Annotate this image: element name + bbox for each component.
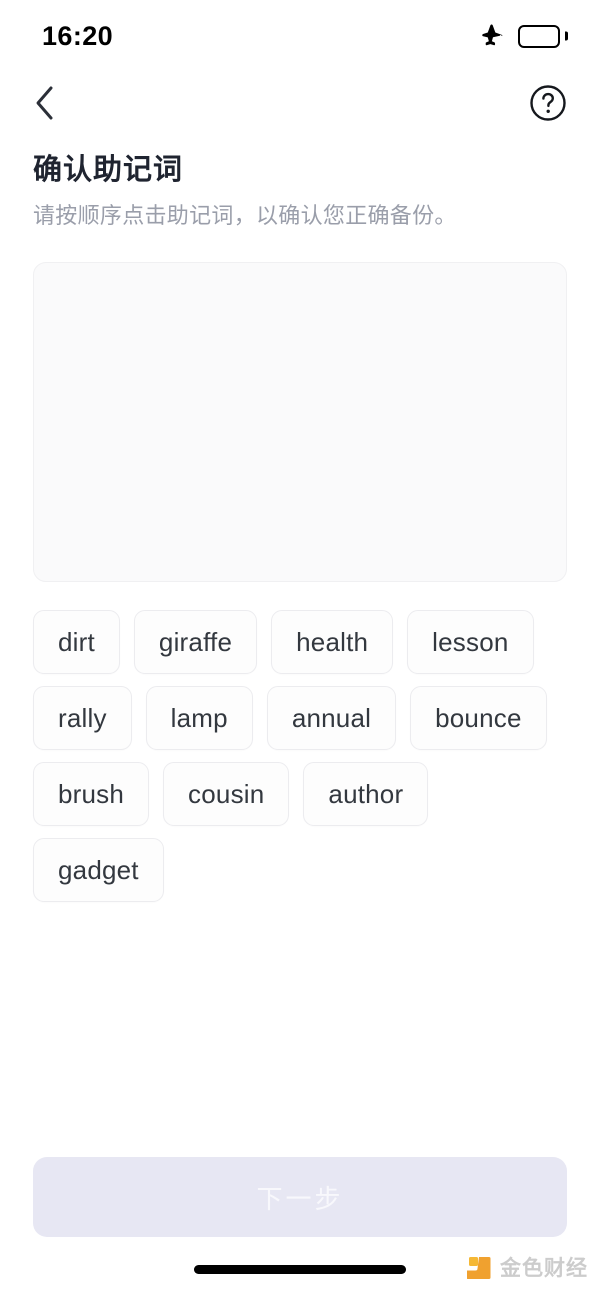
word-chip[interactable]: annual (267, 686, 396, 750)
bottom-bar: 金色财经 (0, 1249, 600, 1299)
cta-container: 下一步 (0, 1157, 600, 1237)
selected-mnemonic-area[interactable] (33, 262, 567, 582)
watermark: 金色财经 (467, 1255, 588, 1281)
battery-icon (518, 25, 564, 48)
question-circle-icon (529, 84, 567, 122)
word-chip[interactable]: rally (33, 686, 132, 750)
home-indicator[interactable] (194, 1265, 406, 1274)
phone-screen: 16:20 (0, 0, 600, 1299)
back-button[interactable] (33, 83, 73, 123)
layout-spacer (0, 902, 600, 1157)
word-chip[interactable]: bounce (410, 686, 547, 750)
page-subtitle: 请按顺序点击助记词，以确认您正确备份。 (33, 200, 567, 232)
word-chip[interactable]: lamp (146, 686, 253, 750)
word-chip[interactable]: health (271, 610, 393, 674)
word-chip[interactable]: dirt (33, 610, 120, 674)
word-chip[interactable]: giraffe (134, 610, 257, 674)
watermark-text: 金色财经 (500, 1258, 588, 1279)
word-bank: dirtgiraffehealthlesson rallylampannualbo… (33, 610, 567, 902)
status-indicators (479, 23, 564, 49)
watermark-logo-icon (467, 1255, 493, 1281)
next-step-button[interactable]: 下一步 (33, 1157, 567, 1237)
word-chip[interactable]: brush (33, 762, 149, 826)
header-block: 确认助记词 请按顺序点击助记词，以确认您正确备份。 (0, 134, 600, 232)
status-bar: 16:20 (0, 0, 600, 72)
chevron-left-icon (33, 84, 57, 122)
airplane-mode-icon (479, 23, 505, 49)
word-chip[interactable]: cousin (163, 762, 289, 826)
word-chip[interactable]: gadget (33, 838, 164, 902)
battery-cap (565, 32, 568, 41)
word-chip[interactable]: author (303, 762, 428, 826)
word-chip[interactable]: lesson (407, 610, 533, 674)
status-time: 16:20 (42, 23, 113, 50)
help-button[interactable] (527, 83, 567, 123)
page-title: 确认助记词 (33, 152, 567, 188)
navigation-bar (0, 72, 600, 134)
